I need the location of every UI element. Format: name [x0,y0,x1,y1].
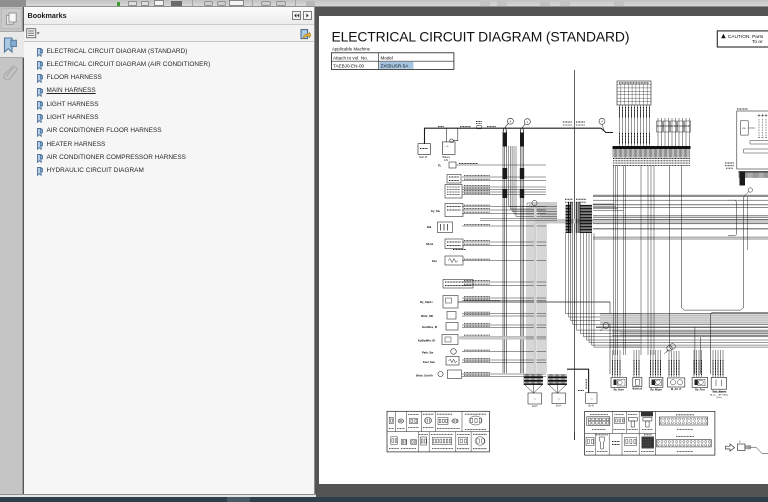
svg-text:Model: Model [381,55,394,60]
svg-text:12V: 12V [444,159,449,162]
svg-text:Fuel_Sen: Fuel_Sen [423,360,435,364]
svg-text:·∷·: ·∷· [533,398,537,401]
svg-text:KyStpWhr_M: KyStpWhr_M [418,339,435,343]
svg-text:A: A [510,119,512,123]
svg-text:Ex-H: Ex-H [556,406,561,408]
svg-text:Wshr_Mtr: Wshr_Mtr [421,314,433,318]
svg-text:·∷·: ·∷· [557,397,561,400]
svg-text:ELECTRICAL CIRCUIT DIAGRAM (ST: ELECTRICAL CIRCUIT DIAGRAM (STANDARD) [332,28,630,44]
svg-text:WshrLvl: WshrLvl [632,388,642,391]
svg-text:HornRev_M: HornRev_M [422,325,438,329]
svg-text:M_Art_P: M_Art_P [671,388,681,391]
svg-text:Applicable Machine: Applicable Machine [332,47,371,52]
svg-text:CAUTION: Parts: CAUTION: Parts [728,34,764,40]
svg-text:Wshr_Grn/Ye: Wshr_Grn/Ye [416,374,433,378]
svg-text:·∷: ·∷ [590,397,593,400]
svg-text:Ex-H: Ex-H [532,406,537,408]
svg-text:A: A [739,441,741,444]
svg-text:4: 4 [601,120,603,124]
svg-text:Ry_Frnt: Ry_Frnt [695,389,705,392]
svg-text:UW: UW [742,128,747,130]
svg-text:Fan: Fan [432,259,437,263]
svg-text:FL: FL [438,164,442,168]
svg-text:Ry_Stp/Lt: Ry_Stp/Lt [420,300,433,304]
svg-text:− +: − + [444,145,449,149]
svg-text:(B_p) → AF 7/8N-I: (B_p) → AF 7/8N-I [710,393,728,396]
svg-text:Bat: Bat [427,225,431,229]
svg-text:ZX55USR-5A: ZX55USR-5A [381,64,410,69]
svg-text:S/Lck: S/Lck [426,242,434,246]
svg-text:Park_Sw: Park_Sw [422,351,434,355]
svg-text:Ex-H: Ex-H [588,405,593,407]
svg-text:Attach to vol. No.: Attach to vol. No. [333,55,368,60]
svg-text:1: 1 [527,120,529,124]
svg-text:Ry_Horn: Ry_Horn [614,389,625,392]
svg-text:Ry_Wiper: Ry_Wiper [650,389,662,392]
svg-text:Travel_Alarm/B: Travel_Alarm/B [712,391,728,394]
svg-text:Ky_Sw: Ky_Sw [431,209,441,213]
svg-text:TAEBJ0-EN-00: TAEBJ0-EN-00 [333,64,365,69]
svg-text:Start M: Start M [419,156,427,159]
svg-text:(Twn): (Twn) [716,397,722,399]
svg-text:To or: To or [752,39,763,45]
